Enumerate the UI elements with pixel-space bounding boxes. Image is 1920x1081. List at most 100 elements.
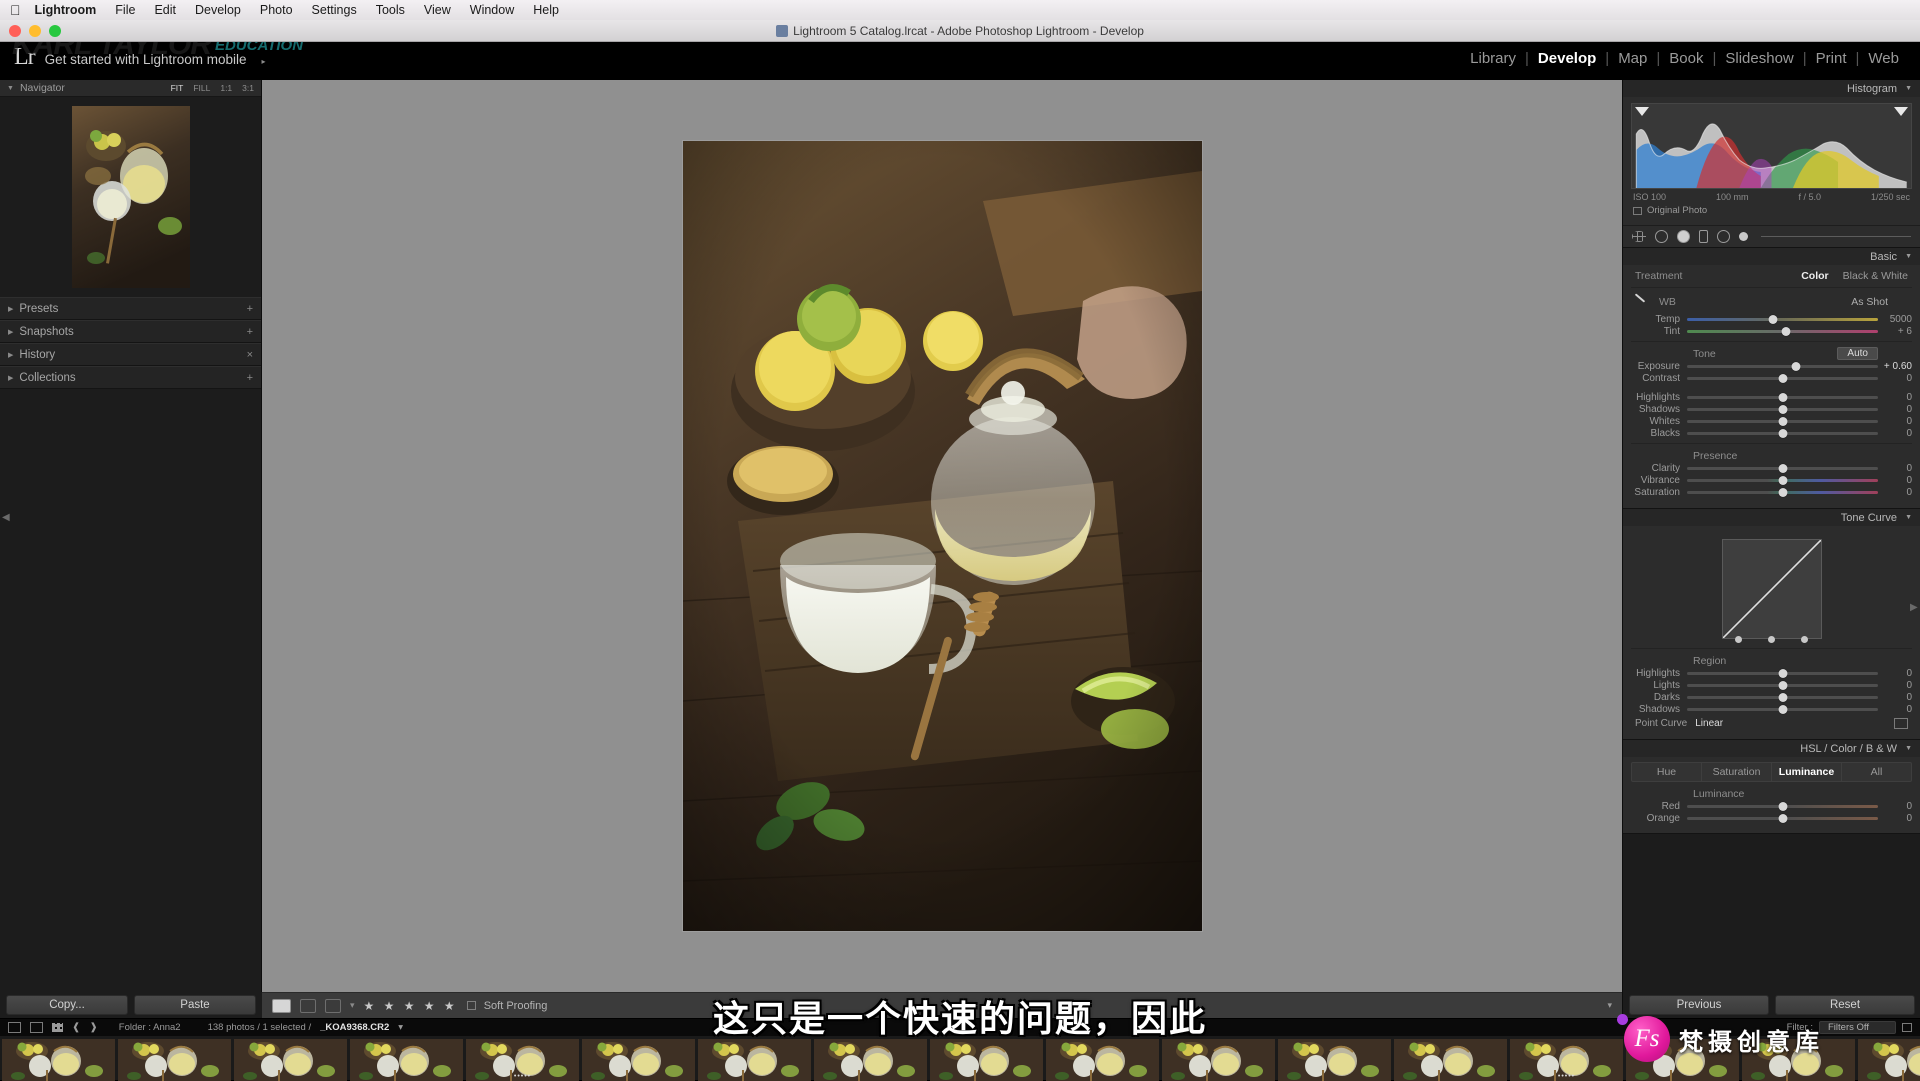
temp-track[interactable]: [1687, 318, 1878, 321]
navigator-header[interactable]: ▼ Navigator FIT FILL 1:1 3:1: [0, 80, 261, 97]
chevron-down-icon[interactable]: ▼: [1905, 253, 1912, 260]
filmstrip-thumb[interactable]: •••••: [466, 1039, 579, 1081]
identity-text[interactable]: Get started with Lightroom mobile: [45, 52, 247, 67]
white-balance-eyedropper-icon[interactable]: [1631, 295, 1651, 309]
collections-add-icon[interactable]: +: [247, 372, 253, 384]
highlights-track[interactable]: [1687, 396, 1878, 399]
filmstrip-thumb[interactable]: [234, 1039, 347, 1081]
shadows-knob[interactable]: [1778, 405, 1787, 414]
contrast-knob[interactable]: [1778, 374, 1787, 383]
filmstrip-thumb[interactable]: [1394, 1039, 1507, 1081]
hsl-header[interactable]: HSL / Color / B & W ▼: [1623, 740, 1920, 757]
photo-canvas[interactable]: [262, 80, 1622, 992]
graduated-filter-icon[interactable]: [1699, 230, 1708, 243]
menu-window[interactable]: Window: [470, 3, 514, 17]
vibrance-knob[interactable]: [1778, 476, 1787, 485]
filmstrip-thumb[interactable]: [2, 1039, 115, 1081]
filmstrip-thumb[interactable]: [698, 1039, 811, 1081]
vibrance-track[interactable]: [1687, 479, 1878, 482]
crop-tool-icon[interactable]: [1632, 231, 1646, 242]
filmstrip-thumb[interactable]: [118, 1039, 231, 1081]
tone-curve-graph[interactable]: [1631, 530, 1912, 648]
menu-develop[interactable]: Develop: [195, 3, 241, 17]
red-eye-icon[interactable]: [1677, 230, 1690, 243]
tab-all[interactable]: All: [1842, 763, 1911, 781]
exposure-track[interactable]: [1687, 365, 1878, 368]
tc-lights-track[interactable]: [1687, 684, 1878, 687]
menu-lightroom[interactable]: Lightroom: [35, 3, 97, 17]
filmstrip-thumb[interactable]: [930, 1039, 1043, 1081]
filmstrip-thumb[interactable]: [1046, 1039, 1159, 1081]
wb-value[interactable]: As Shot: [1851, 296, 1888, 308]
minimize-window-button[interactable]: [29, 25, 41, 37]
histogram-header[interactable]: Histogram ▼: [1623, 80, 1920, 97]
sidebar-item-presets[interactable]: ▶ Presets +: [0, 297, 261, 320]
histogram-graph[interactable]: [1631, 103, 1912, 189]
right-panel-collapse-arrow[interactable]: ▶: [1910, 602, 1918, 613]
tab-hue[interactable]: Hue: [1632, 763, 1702, 781]
adjustment-brush-icon[interactable]: [1739, 232, 1748, 241]
zoom-fit[interactable]: FIT: [171, 83, 184, 93]
chevron-down-icon[interactable]: ▼: [1905, 85, 1912, 92]
hsl-red-knob[interactable]: [1778, 802, 1787, 811]
identity-plate[interactable]: Lr Get started with Lightroom mobile ▸: [14, 44, 266, 71]
chevron-down-icon[interactable]: ▼: [1905, 745, 1912, 752]
tint-track[interactable]: [1687, 330, 1878, 333]
vibrance-slider-row[interactable]: Vibrance 0: [1631, 474, 1912, 486]
whites-slider-row[interactable]: Whites 0: [1631, 415, 1912, 427]
module-web[interactable]: Web: [1859, 50, 1908, 67]
sidebar-item-snapshots[interactable]: ▶ Snapshots +: [0, 320, 261, 343]
module-library[interactable]: Library: [1461, 50, 1525, 67]
chevron-right-icon[interactable]: ▶: [8, 305, 13, 313]
snapshots-add-icon[interactable]: +: [247, 326, 253, 338]
maximize-window-button[interactable]: [49, 25, 61, 37]
tc-highlights-knob[interactable]: [1778, 669, 1787, 678]
shadow-clipping-indicator[interactable]: [1635, 107, 1649, 116]
filmstrip-thumb[interactable]: [1278, 1039, 1391, 1081]
tab-saturation[interactable]: Saturation: [1702, 763, 1772, 781]
clarity-track[interactable]: [1687, 467, 1878, 470]
tc-darks-row[interactable]: Darks 0: [1631, 691, 1912, 703]
hsl-orange-row[interactable]: Orange 0: [1631, 812, 1912, 824]
module-develop[interactable]: Develop: [1529, 50, 1605, 67]
curve-point-lights[interactable]: [1801, 636, 1808, 643]
filmstrip-thumb[interactable]: [350, 1039, 463, 1081]
point-curve-value[interactable]: Linear: [1695, 718, 1723, 729]
curve-edit-icon[interactable]: [1894, 718, 1908, 729]
menu-settings[interactable]: Settings: [312, 3, 357, 17]
tc-lights-knob[interactable]: [1778, 681, 1787, 690]
filmstrip-thumb[interactable]: •••••: [1510, 1039, 1623, 1081]
hsl-red-track[interactable]: [1687, 805, 1878, 808]
filmstrip-thumb[interactable]: [814, 1039, 927, 1081]
exposure-knob[interactable]: [1791, 362, 1800, 371]
sidebar-item-history[interactable]: ▶ History ×: [0, 343, 261, 366]
hsl-red-row[interactable]: Red 0: [1631, 800, 1912, 812]
navigator-preview[interactable]: [0, 97, 261, 297]
treatment-bw-option[interactable]: Black & White: [1843, 270, 1908, 282]
zoom-1-1[interactable]: 1:1: [220, 83, 232, 93]
sidebar-item-collections[interactable]: ▶ Collections +: [0, 366, 261, 389]
tint-slider-row[interactable]: Tint + 6: [1631, 325, 1912, 337]
chevron-right-icon[interactable]: ▸: [262, 57, 266, 66]
apple-icon[interactable]: : [10, 3, 21, 17]
tc-darks-track[interactable]: [1687, 696, 1878, 699]
chevron-right-icon[interactable]: ▶: [8, 351, 13, 359]
hsl-orange-track[interactable]: [1687, 817, 1878, 820]
clarity-knob[interactable]: [1778, 464, 1787, 473]
filmstrip-thumb[interactable]: [1162, 1039, 1275, 1081]
curve-point-shadows[interactable]: [1735, 636, 1742, 643]
spot-removal-icon[interactable]: [1655, 230, 1668, 243]
tc-lights-row[interactable]: Lights 0: [1631, 679, 1912, 691]
blacks-knob[interactable]: [1778, 429, 1787, 438]
highlights-slider-row[interactable]: Highlights 0: [1631, 391, 1912, 403]
history-clear-icon[interactable]: ×: [247, 349, 253, 361]
exposure-slider-row[interactable]: Exposure + 0.60: [1631, 360, 1912, 372]
highlight-clipping-indicator[interactable]: [1894, 107, 1908, 116]
radial-filter-icon[interactable]: [1717, 230, 1730, 243]
presets-add-icon[interactable]: +: [247, 303, 253, 315]
chevron-right-icon[interactable]: ▶: [8, 328, 13, 336]
module-map[interactable]: Map: [1609, 50, 1656, 67]
basic-header[interactable]: Basic ▼: [1623, 248, 1920, 265]
module-slideshow[interactable]: Slideshow: [1716, 50, 1802, 67]
temp-slider-row[interactable]: Temp 5000: [1631, 313, 1912, 325]
